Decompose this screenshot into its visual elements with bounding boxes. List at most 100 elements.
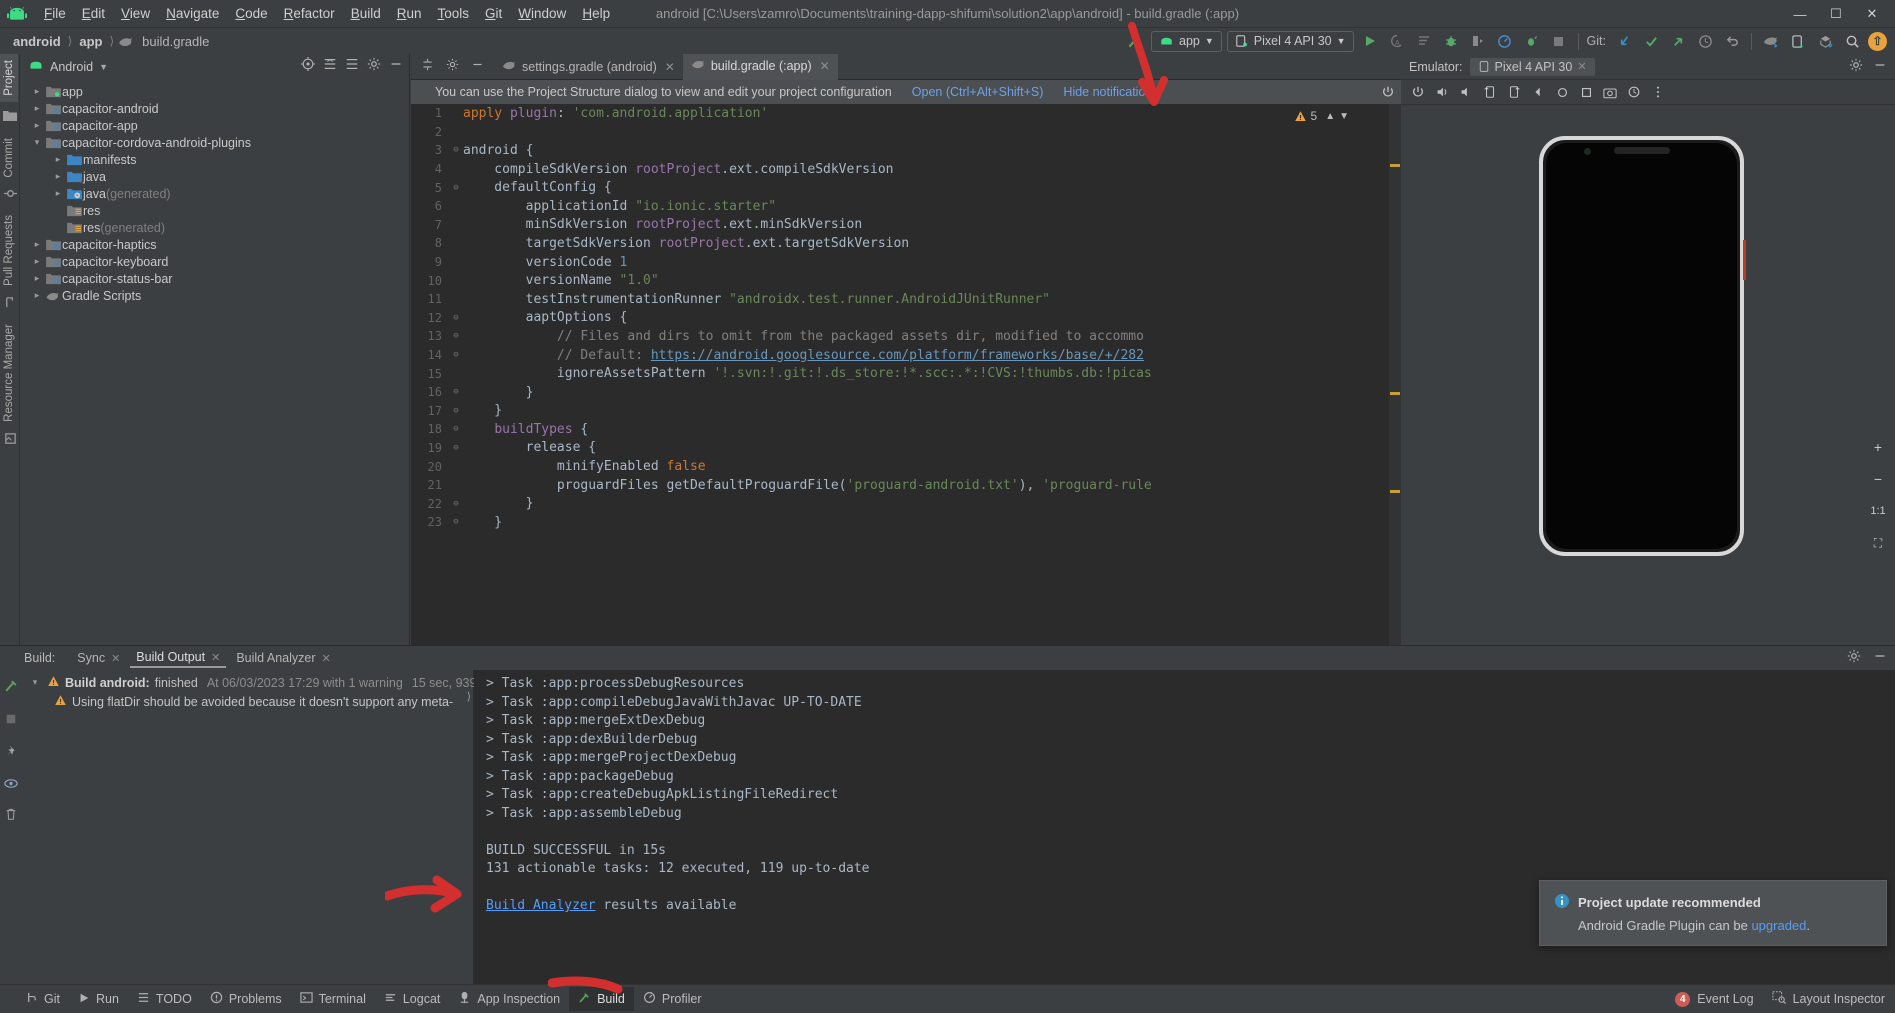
tool-window-resource-manager[interactable]: Resource Manager (0, 318, 18, 428)
chevron-down-icon[interactable]: ▾ (28, 677, 42, 688)
chevron-right-icon[interactable]: ▸ (30, 103, 44, 114)
hide-notification-link[interactable]: Hide notification (1063, 85, 1152, 99)
volume-up-icon[interactable] (1431, 81, 1453, 103)
menu-run[interactable]: Run (389, 4, 430, 23)
prev-highlight-icon[interactable]: ▲ (1325, 111, 1335, 122)
code-line[interactable]: 14⊖ // Default: https://android.googleso… (411, 346, 1401, 365)
more-icon[interactable] (1647, 81, 1669, 103)
code-line[interactable]: 19⊖ release { (411, 439, 1401, 458)
tree-node[interactable]: ▸app (20, 83, 409, 100)
fold-marker[interactable]: ⊖ (449, 406, 463, 416)
rotate-right-icon[interactable] (1503, 81, 1525, 103)
chevron-right-icon[interactable]: ▸ (30, 290, 44, 301)
status-bar-app-inspection[interactable]: App Inspection (449, 987, 569, 1011)
close-icon[interactable]: ✕ (1577, 60, 1586, 73)
pull-request-icon[interactable] (0, 292, 20, 312)
folder-icon[interactable] (0, 106, 20, 126)
power-icon[interactable] (1375, 85, 1401, 99)
hide-panel-icon[interactable] (1873, 649, 1887, 668)
menu-tools[interactable]: Tools (430, 4, 478, 23)
tool-window-commit[interactable]: Commit (0, 132, 18, 184)
minimize-button[interactable]: — (1783, 2, 1817, 26)
menu-help[interactable]: Help (574, 4, 618, 23)
fold-marker[interactable]: ⊖ (449, 387, 463, 397)
status-bar-git[interactable]: Git (16, 987, 69, 1011)
code-line[interactable]: 18⊖ buildTypes { (411, 420, 1401, 439)
chevron-right-icon[interactable]: ▸ (30, 86, 44, 97)
status-bar-build[interactable]: Build (569, 987, 634, 1011)
code-line[interactable]: 22⊖ } (411, 494, 1401, 513)
chevron-right-icon[interactable]: ▸ (51, 188, 65, 199)
breadcrumb-android[interactable]: android (10, 33, 64, 50)
close-icon[interactable]: ✕ (322, 652, 331, 665)
inspection-warnings[interactable]: 5 ▲ ▼ (1294, 109, 1350, 123)
attach-debugger-icon[interactable] (1521, 31, 1543, 52)
code-line[interactable]: 23⊖ } (411, 513, 1401, 532)
tree-node[interactable]: res (generated) (20, 219, 409, 236)
tree-node[interactable]: ▸capacitor-keyboard (20, 253, 409, 270)
trash-icon[interactable] (5, 808, 17, 826)
debug-icon[interactable] (1440, 31, 1462, 52)
search-everywhere-icon[interactable] (1841, 31, 1863, 52)
sdk-manager-icon[interactable] (1814, 31, 1836, 52)
status-bar-todo[interactable]: TODO (128, 987, 201, 1011)
status-bar-problems[interactable]: Problems (201, 987, 291, 1011)
zoom-actual-size-button[interactable]: 1:1 (1867, 500, 1889, 522)
run-icon[interactable] (1359, 31, 1381, 52)
fold-marker[interactable]: ⊖ (449, 313, 463, 323)
code-line[interactable]: 9 versionCode 1 (411, 253, 1401, 272)
open-project-structure-link[interactable]: Open (Ctrl+Alt+Shift+S) (912, 85, 1044, 99)
device-selector[interactable]: Pixel 4 API 30 ▼ (1227, 31, 1354, 52)
tree-node[interactable]: ▸manifests (20, 151, 409, 168)
code-line[interactable]: 2 (411, 123, 1401, 142)
tool-window-project[interactable]: Project (0, 54, 18, 102)
fold-marker[interactable]: ⊖ (449, 350, 463, 360)
code-line[interactable]: 17⊖ } (411, 402, 1401, 421)
overview-icon[interactable] (1575, 81, 1597, 103)
menu-file[interactable]: File (36, 4, 74, 23)
chevron-right-icon[interactable]: ▸ (51, 171, 65, 182)
chevron-right-icon[interactable]: ▸ (30, 120, 44, 131)
fold-marker[interactable]: ⊖ (449, 443, 463, 453)
menu-navigate[interactable]: Navigate (158, 4, 227, 23)
fold-marker[interactable]: ⊖ (449, 145, 463, 155)
fold-marker[interactable]: ⊖ (449, 517, 463, 527)
tree-node[interactable]: res (20, 202, 409, 219)
next-highlight-icon[interactable]: ▼ (1339, 111, 1349, 122)
git-update-icon[interactable] (1613, 31, 1635, 52)
build-result-tree[interactable]: ▾ Build android: finished At 06/03/2023 … (22, 670, 474, 984)
zoom-fit-button[interactable]: ⛶ (1867, 532, 1889, 554)
fold-marker[interactable]: ⊖ (449, 183, 463, 193)
chevron-down-icon[interactable]: ▼ (99, 62, 108, 72)
expand-all-icon[interactable] (323, 57, 337, 76)
back-icon[interactable] (1527, 81, 1549, 103)
menu-edit[interactable]: Edit (74, 4, 113, 23)
power-icon[interactable] (1407, 81, 1429, 103)
gear-icon[interactable] (1847, 649, 1861, 668)
build-tree-row[interactable]: Using flatDir should be avoided because … (22, 692, 473, 711)
stop-icon[interactable] (1548, 31, 1570, 52)
git-history-icon[interactable] (1694, 31, 1716, 52)
notification-toast[interactable]: Project update recommended Android Gradl… (1539, 880, 1887, 946)
hide-panel-icon[interactable] (471, 58, 484, 76)
close-icon[interactable]: ✕ (111, 652, 120, 665)
tree-node[interactable]: ▸java (20, 168, 409, 185)
code-line[interactable]: 8 targetSdkVersion rootProject.ext.targe… (411, 234, 1401, 253)
volume-down-icon[interactable] (1455, 81, 1477, 103)
tree-node[interactable]: ▸capacitor-app (20, 117, 409, 134)
avd-manager-icon[interactable] (1787, 31, 1809, 52)
chevron-right-icon[interactable]: ▸ (30, 239, 44, 250)
screenshot-icon[interactable] (1599, 81, 1621, 103)
gear-icon[interactable] (1849, 58, 1863, 75)
run-with-config-icon[interactable] (1413, 31, 1435, 52)
gear-icon[interactable] (367, 57, 381, 76)
zoom-out-button[interactable]: − (1867, 468, 1889, 490)
collapse-icon[interactable] (421, 58, 434, 76)
gear-icon[interactable] (446, 58, 459, 76)
close-button[interactable]: ✕ (1855, 2, 1889, 26)
tree-node[interactable]: ▸Gradle Scripts (20, 287, 409, 304)
build-hammer-icon[interactable] (1124, 31, 1146, 52)
tree-node[interactable]: ▸capacitor-status-bar (20, 270, 409, 287)
menu-code[interactable]: Code (227, 4, 275, 23)
layout-inspector-button[interactable]: Layout Inspector (1772, 990, 1885, 1009)
